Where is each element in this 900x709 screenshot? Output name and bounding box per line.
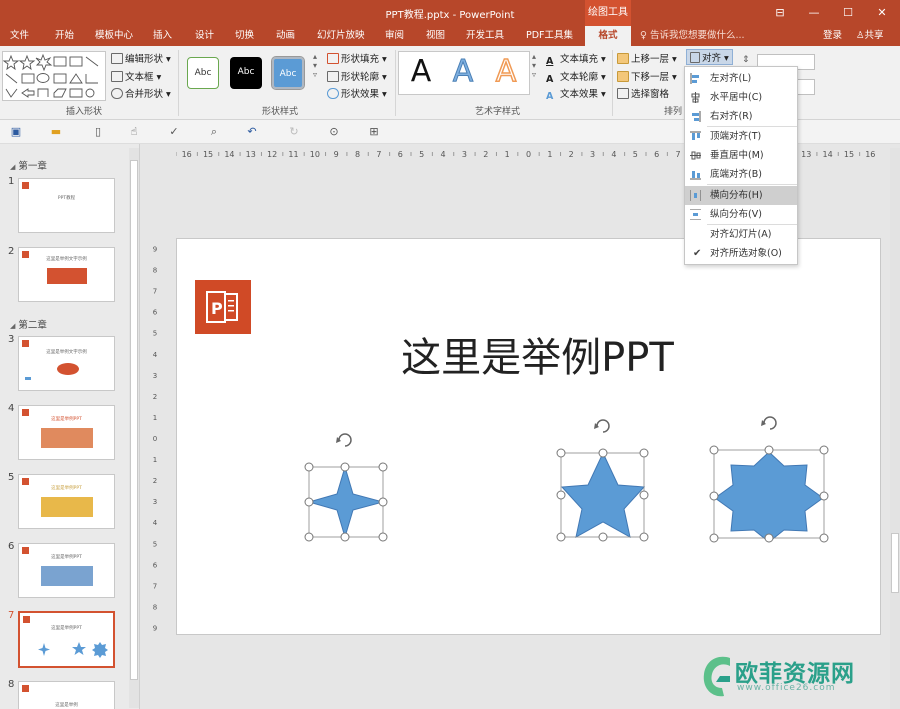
menu-item-label: 对齐幻灯片(A) xyxy=(710,229,772,240)
menu-align-left[interactable]: 左对齐(L) xyxy=(685,69,797,88)
seven-point-star-shape[interactable] xyxy=(713,449,825,543)
align-left-icon xyxy=(690,73,699,84)
menu-align-right[interactable]: 右对齐(R) xyxy=(685,107,797,126)
menu-item-label: 纵向分布(V) xyxy=(710,209,762,220)
menu-distribute-vertical[interactable]: 纵向分布(V) xyxy=(685,205,797,224)
menu-item-label: 水平居中(C) xyxy=(710,92,763,103)
rotate-handle-icon[interactable] xyxy=(336,433,352,447)
scrollbar-thumb[interactable] xyxy=(891,533,899,593)
menu-item-label: 底端对齐(B) xyxy=(710,169,762,180)
align-center-icon xyxy=(691,92,700,103)
menu-align-bottom[interactable]: 底端对齐(B) xyxy=(685,165,797,184)
menu-align-center[interactable]: 水平居中(C) xyxy=(685,88,797,107)
menu-item-label: 右对齐(R) xyxy=(710,111,753,122)
align-bottom-icon xyxy=(690,171,701,180)
distribute-horizontal-icon xyxy=(690,190,701,201)
rotate-handle-icon[interactable] xyxy=(594,419,610,433)
menu-distribute-horizontal[interactable]: 横向分布(H) xyxy=(685,186,797,205)
align-dropdown-menu: 左对齐(L) 水平居中(C) 右对齐(R) 顶端对齐(T) 垂直居中(M) 底端… xyxy=(684,66,798,265)
menu-item-label: 对齐所选对象(O) xyxy=(710,248,782,259)
align-top-icon xyxy=(690,131,701,140)
menu-item-label: 横向分布(H) xyxy=(710,190,763,201)
menu-separator xyxy=(707,184,797,185)
distribute-vertical-icon xyxy=(690,209,701,220)
menu-item-label: 左对齐(L) xyxy=(710,73,752,84)
vertical-scrollbar[interactable] xyxy=(890,148,900,709)
menu-align-middle[interactable]: 垂直居中(M) xyxy=(685,146,797,165)
checkmark-icon: ✔ xyxy=(693,248,702,259)
menu-align-selected-objects[interactable]: ✔ 对齐所选对象(O) xyxy=(685,244,797,263)
align-middle-icon xyxy=(690,151,701,160)
menu-item-label: 顶端对齐(T) xyxy=(710,131,762,142)
align-right-icon xyxy=(692,111,701,122)
five-point-star-shape[interactable] xyxy=(560,451,646,538)
watermark-logo xyxy=(703,656,730,697)
menu-align-top[interactable]: 顶端对齐(T) xyxy=(685,127,797,146)
four-point-star-shape[interactable] xyxy=(307,465,385,539)
menu-item-label: 垂直居中(M) xyxy=(710,150,764,161)
watermark-url: www.office26.com xyxy=(737,683,836,693)
rotate-handle-icon[interactable] xyxy=(761,416,777,430)
menu-align-to-slide[interactable]: 对齐幻灯片(A) xyxy=(685,225,797,244)
